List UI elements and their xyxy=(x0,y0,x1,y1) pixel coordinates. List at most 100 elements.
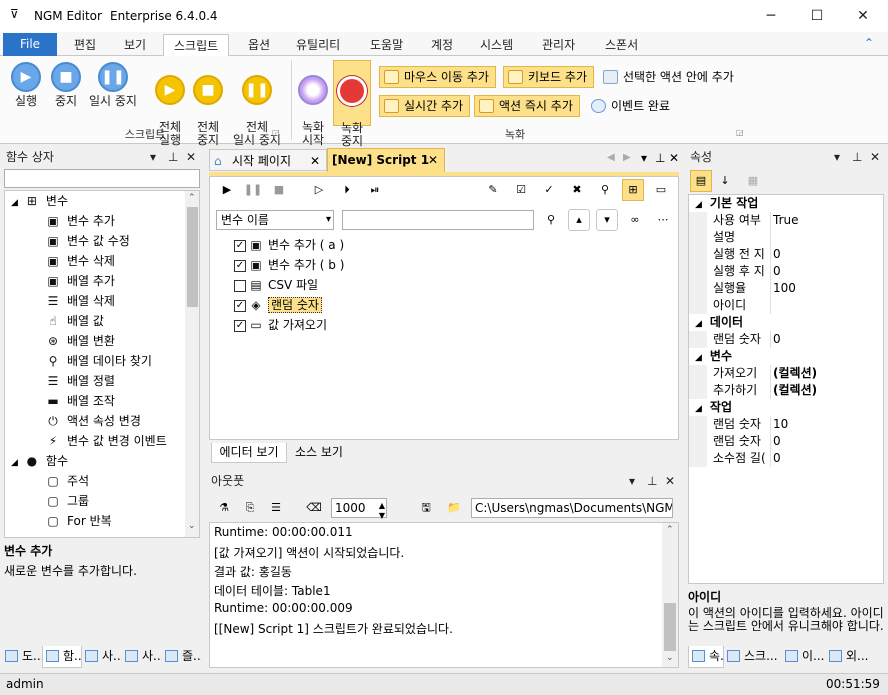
right-bottom-tab[interactable]: 스크... xyxy=(724,646,782,668)
tree-category[interactable]: ◢ ● 함수 xyxy=(11,451,68,471)
close-icon[interactable]: ✕ xyxy=(665,470,675,492)
pin-icon[interactable]: ⊥ xyxy=(647,470,657,492)
filter-select[interactable]: 변수 이름 ▾ xyxy=(216,210,334,230)
dialog-launcher-icon[interactable]: ◲ xyxy=(272,128,280,137)
scroll-down-icon[interactable]: ⌄ xyxy=(188,521,196,531)
infinity-icon[interactable]: ∞ xyxy=(624,209,646,231)
property-value[interactable]: 10 xyxy=(773,416,788,433)
add-keyboard-button[interactable]: 키보드 추가 xyxy=(503,66,595,88)
action-item[interactable]: ✓ ▣ 변수 추가 ( a ) xyxy=(234,235,344,255)
tab-system[interactable]: 시스템 xyxy=(470,34,523,56)
property-value[interactable]: 100 xyxy=(773,280,796,297)
tab-start-page[interactable]: ⌂ 시작 페이지 ✕ xyxy=(209,149,327,171)
new-file-icon[interactable]: ⎘ xyxy=(239,497,261,519)
property-row[interactable]: 랜덤 숫자 0 xyxy=(689,331,883,348)
output-path-field[interactable]: C:\Users\ngmas\Documents\NGM6\ xyxy=(471,498,673,518)
step-icon[interactable]: ▷ xyxy=(308,179,330,201)
tab-source-view[interactable]: 소스 보기 xyxy=(289,443,349,463)
scroll-thumb[interactable] xyxy=(664,603,676,651)
collapse-icon[interactable]: ◢ xyxy=(695,353,702,363)
stop-button[interactable]: ■ 중지 xyxy=(44,62,88,108)
left-bottom-tab[interactable]: 사... xyxy=(122,646,162,668)
scroll-down-icon[interactable]: ⌄ xyxy=(666,653,674,663)
property-row[interactable]: 실행 후 지 0 xyxy=(689,263,883,280)
close-icon[interactable]: ✕ xyxy=(186,146,196,168)
property-value[interactable]: 0 xyxy=(773,263,781,280)
property-category[interactable]: ◢ 데이터 xyxy=(689,314,883,331)
scroll-up-icon[interactable]: ⌃ xyxy=(666,525,674,535)
property-row[interactable]: 실행 전 지 0 xyxy=(689,246,883,263)
more-icon[interactable]: ⋯ xyxy=(652,209,674,231)
tree-item[interactable]: ▢ 그룹 xyxy=(45,491,89,511)
property-category[interactable]: ◢ 변수 xyxy=(689,348,883,365)
pin-icon[interactable]: ⊥ xyxy=(168,146,178,168)
search-icon[interactable]: ⚲ xyxy=(594,179,616,201)
tree-item[interactable]: ⚲ 배열 데이타 찾기 xyxy=(45,351,152,371)
minimize-button[interactable]: ─ xyxy=(748,0,794,32)
play-icon[interactable]: ▶ xyxy=(216,179,238,201)
scroll-up-icon[interactable]: ⌃ xyxy=(188,193,196,203)
event-complete-button[interactable]: 이벤트 완료 xyxy=(586,95,677,117)
add-action-now-button[interactable]: 액션 즉시 추가 xyxy=(474,95,580,117)
dropdown-icon[interactable]: ▾ xyxy=(629,470,635,492)
close-button[interactable]: ✕ xyxy=(840,0,886,32)
tab-utility[interactable]: 유틸리티 xyxy=(286,34,350,56)
dropdown-icon[interactable]: ▾ xyxy=(834,146,840,168)
collapse-icon[interactable]: ◢ xyxy=(695,319,702,329)
left-bottom-tab[interactable]: 즐... xyxy=(162,646,202,668)
clean-icon[interactable]: ⚗ xyxy=(213,497,235,519)
action-item[interactable]: ✓ ▭ 값 가져오기 xyxy=(234,315,327,335)
tree-item[interactable]: ☝ 배열 값 xyxy=(45,311,104,331)
property-row[interactable]: 사용 여부 True xyxy=(689,212,883,229)
property-row[interactable]: 랜덤 숫자 10 xyxy=(689,416,883,433)
right-bottom-tab[interactable]: 속... xyxy=(688,646,724,668)
tree-item[interactable]: ▬ 배열 조작 xyxy=(45,391,115,411)
right-bottom-tab[interactable]: 외... xyxy=(826,646,876,668)
close-tab-icon[interactable]: ✕ xyxy=(310,150,320,172)
categorized-icon[interactable]: ▤ xyxy=(690,170,712,192)
pause-button[interactable]: ❚❚ 일시 중지 xyxy=(84,62,142,108)
tree-item[interactable]: ⊛ 배열 변환 xyxy=(45,331,115,351)
pause-icon[interactable]: ❚❚ xyxy=(242,179,264,201)
tree-category[interactable]: ◢ ⊞ 변수 xyxy=(11,191,68,211)
property-row[interactable]: 추가하기 (컬렉션) xyxy=(689,382,883,399)
property-row[interactable]: 랜덤 숫자 0 xyxy=(689,433,883,450)
property-row[interactable]: 실행율 100 xyxy=(689,280,883,297)
collapse-ribbon-icon[interactable]: ⌃ xyxy=(864,36,874,50)
tree-item[interactable]: ⏻ 액션 속성 변경 xyxy=(45,411,141,431)
left-bottom-tab[interactable]: 도... xyxy=(2,646,42,668)
close-icon[interactable]: ✕ xyxy=(870,146,880,168)
filter-input[interactable] xyxy=(342,210,534,230)
pin-icon[interactable]: ⊥ xyxy=(852,146,862,168)
add-inside-selected-button[interactable]: 선택한 액션 안에 추가 xyxy=(598,66,741,88)
step-over-icon[interactable]: ⏯ xyxy=(364,179,386,201)
run-button[interactable]: ▶ 실행 xyxy=(4,62,48,108)
action-checkbox[interactable]: ✓ xyxy=(234,259,246,272)
close-tab-icon[interactable]: ✕ xyxy=(428,149,438,171)
tree-item[interactable]: ⚡ 변수 값 변경 이벤트 xyxy=(45,431,167,451)
property-value[interactable]: (컬렉션) xyxy=(773,382,817,399)
tab-options[interactable]: 옵션 xyxy=(238,34,280,56)
dialog-launcher-icon[interactable]: ◲ xyxy=(736,128,744,137)
tree-item[interactable]: ▣ 변수 추가 xyxy=(45,211,115,231)
folder-icon[interactable]: 📁 xyxy=(443,497,465,519)
action-item[interactable]: ▤ CSV 파일 xyxy=(234,275,318,295)
property-row[interactable]: 설명 xyxy=(689,229,883,246)
tab-list-icon[interactable]: ▾ xyxy=(641,151,647,165)
step-into-icon[interactable]: ⏵ xyxy=(336,179,358,201)
property-value[interactable]: 0 xyxy=(773,433,781,450)
action-checkbox[interactable]: ✓ xyxy=(234,239,246,252)
tab-admin[interactable]: 관리자 xyxy=(532,34,585,56)
monitor-icon[interactable]: ▭ xyxy=(650,179,672,201)
tab-editor-view[interactable]: 에디터 보기 xyxy=(211,443,287,463)
tab-help[interactable]: 도움말 xyxy=(360,34,413,56)
left-bottom-tab[interactable]: 사... xyxy=(82,646,122,668)
property-value[interactable]: 0 xyxy=(773,246,781,263)
property-value[interactable]: True xyxy=(773,212,799,229)
property-row[interactable]: 가져오기 (컬렉션) xyxy=(689,365,883,382)
save-icon[interactable]: 🖫 xyxy=(415,497,437,519)
sort-alpha-icon[interactable]: ↓ xyxy=(714,170,736,192)
tab-script-1[interactable]: [New] Script 1 ✕ xyxy=(327,148,445,172)
property-category[interactable]: ◢ 작업 xyxy=(689,399,883,416)
property-pages-icon[interactable]: ▦ xyxy=(742,170,764,192)
